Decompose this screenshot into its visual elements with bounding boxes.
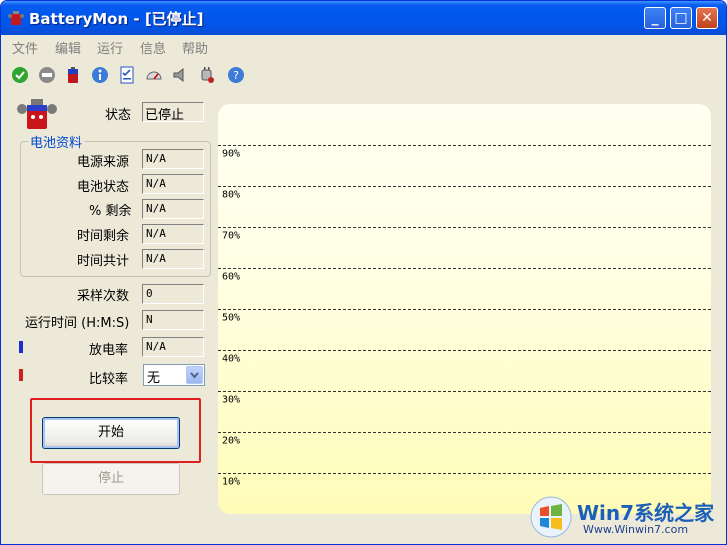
checklist-icon[interactable]	[118, 66, 136, 84]
power-source-field: N/A	[142, 149, 204, 169]
compare-label: 比较率	[89, 372, 129, 387]
close-button[interactable]: ✕	[696, 7, 718, 29]
start-button[interactable]: 开始	[42, 417, 180, 449]
menu-help[interactable]: 帮助	[182, 38, 208, 57]
chart-svg: 90% 80% 70% 60% 50% 40% 30% 20% 10%	[218, 145, 711, 488]
discharge-color-marker	[19, 341, 23, 353]
time-remaining-field: N/A	[142, 224, 204, 244]
chart-y-tick-label: 30%	[222, 395, 240, 406]
discharge-field: N/A	[142, 337, 204, 357]
info-icon[interactable]	[91, 66, 109, 84]
compare-color-marker	[19, 369, 23, 381]
power-source-label: 电源来源	[77, 155, 130, 170]
windows-logo-icon	[530, 496, 572, 538]
status-label: 状态	[105, 108, 132, 123]
maximize-button[interactable]: □	[670, 7, 692, 29]
discharge-label: 放电率	[89, 343, 129, 358]
time-total-label: 时间共计	[77, 254, 130, 269]
help-icon[interactable]: ?	[227, 66, 245, 84]
chart-y-tick-label: 60%	[222, 272, 240, 283]
watermark: Win7系统之家 Www.Winwin7.com	[529, 493, 725, 543]
gauge-icon[interactable]	[145, 66, 163, 84]
chart-y-tick-label: 80%	[222, 190, 240, 201]
watermark-brand: Win7系统之家	[577, 501, 715, 525]
title-bar[interactable]: BatteryMon - [已停止] _ □ ✕	[1, 1, 726, 35]
toolbar: ?	[1, 59, 726, 91]
compare-dropdown-button[interactable]	[186, 366, 203, 384]
battery-icon[interactable]	[64, 66, 82, 84]
time-total-field: N/A	[142, 249, 204, 269]
compare-select[interactable]: 无	[143, 364, 205, 386]
menu-bar: 文件 编辑 运行 信息 帮助	[1, 35, 726, 57]
battery-monster-icon	[8, 11, 24, 25]
minimize-button[interactable]: _	[644, 7, 666, 29]
chart-y-tick-label: 90%	[222, 149, 240, 160]
svg-text:?: ?	[233, 69, 239, 82]
chart-y-tick-label: 20%	[222, 436, 240, 447]
minimize-icon: _	[651, 10, 659, 26]
runtime-label: 运行时间 (H:M:S)	[25, 316, 130, 331]
status-field: 已停止	[142, 102, 204, 122]
menu-run[interactable]: 运行	[97, 38, 123, 57]
chevron-down-icon	[190, 372, 199, 379]
window-title: BatteryMon - [已停止]	[29, 10, 204, 28]
battery-info-title: 电池资料	[28, 132, 85, 151]
menu-edit[interactable]: 编辑	[55, 38, 81, 57]
menu-info[interactable]: 信息	[140, 38, 166, 57]
time-remaining-label: 时间剩余	[77, 229, 130, 244]
battery-monster-icon	[17, 99, 57, 129]
compare-select-value: 无	[147, 371, 161, 386]
battery-status-label: 电池状态	[77, 180, 130, 195]
runtime-field: N	[142, 310, 204, 330]
chart-y-tick-label: 40%	[222, 354, 240, 365]
close-icon: ✕	[701, 10, 713, 26]
stop-icon[interactable]	[38, 66, 56, 84]
chart-y-tick-label: 70%	[222, 231, 240, 242]
plug-icon[interactable]	[198, 66, 216, 84]
watermark-url: Www.Winwin7.com	[583, 523, 689, 536]
samples-field: 0	[142, 284, 204, 304]
percent-remaining-label: % 剩余	[89, 204, 132, 219]
stop-button[interactable]: 停止	[42, 463, 180, 495]
maximize-icon: □	[674, 10, 688, 26]
menu-file[interactable]: 文件	[12, 38, 38, 57]
chart-y-tick-label: 50%	[222, 313, 240, 324]
percent-remaining-field: N/A	[142, 199, 204, 219]
batterymon-window: BatteryMon - [已停止] _ □ ✕ 文件 编辑 运行 信息 帮助	[0, 0, 727, 545]
chart-y-tick-label: 10%	[222, 477, 240, 488]
battery-status-field: N/A	[142, 174, 204, 194]
check-icon[interactable]	[11, 66, 29, 84]
speaker-icon[interactable]	[171, 66, 189, 84]
samples-label: 采样次数	[77, 289, 130, 304]
battery-chart: 90% 80% 70% 60% 50% 40% 30% 20% 10%	[218, 104, 711, 514]
